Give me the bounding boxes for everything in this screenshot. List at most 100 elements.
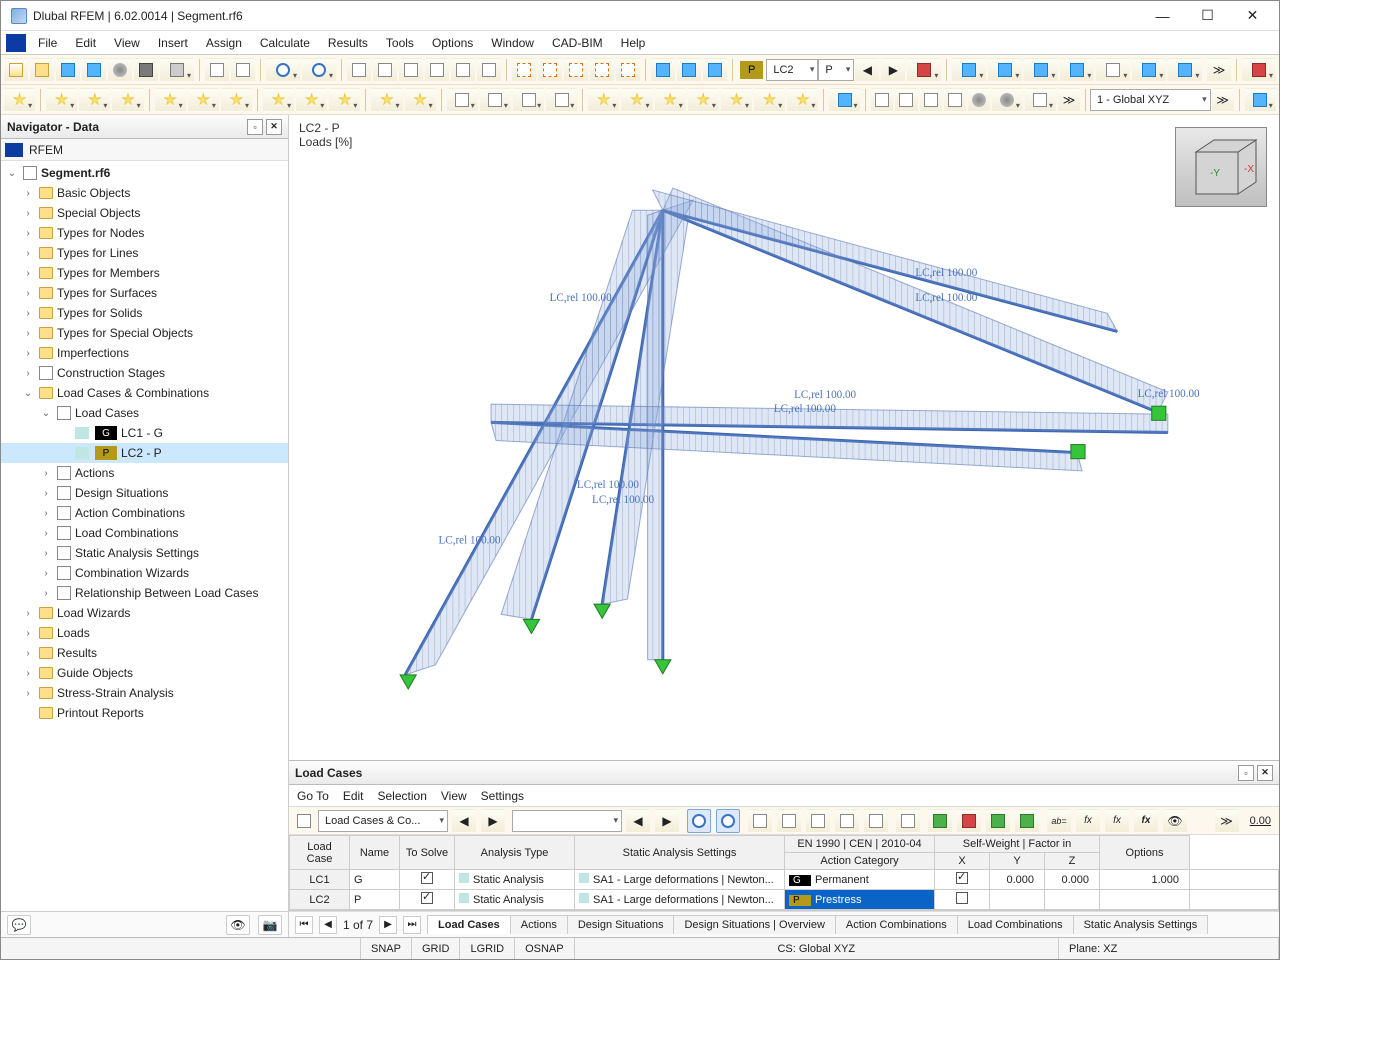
status-snap[interactable]: SNAP — [361, 938, 412, 959]
tree-loadcase[interactable]: PLC2 - P — [1, 443, 288, 463]
expander-icon[interactable] — [21, 708, 35, 719]
tree-item[interactable]: ›Load Combinations — [1, 523, 288, 543]
checkbox-icon[interactable] — [956, 872, 968, 884]
s2-button[interactable] — [46, 88, 77, 112]
v3-button[interactable] — [920, 88, 942, 112]
cell-sas[interactable]: SA1 - Large deformations | Newton... — [575, 870, 785, 890]
col-acat[interactable]: Action Category — [785, 853, 935, 870]
expander-icon[interactable]: ⌄ — [21, 388, 35, 399]
tab-action-combinations[interactable]: Action Combinations — [835, 915, 958, 934]
lc-g3[interactable] — [806, 809, 830, 833]
l6-button[interactable] — [754, 88, 785, 112]
tbl1-button[interactable] — [347, 58, 371, 82]
menu-view[interactable]: View — [105, 33, 149, 53]
s5-button[interactable] — [155, 88, 186, 112]
tree-item[interactable]: ›Types for Lines — [1, 243, 288, 263]
cell-solve[interactable] — [400, 870, 455, 890]
block-button[interactable] — [82, 58, 106, 82]
m4-button[interactable] — [546, 88, 577, 112]
menu-file[interactable]: File — [29, 33, 66, 53]
lc-close-button[interactable]: ✕ — [1257, 765, 1273, 781]
v1-button[interactable] — [871, 88, 893, 112]
v6-button[interactable] — [992, 88, 1023, 112]
s6-button[interactable] — [188, 88, 219, 112]
tree-item[interactable]: ›Action Combinations — [1, 503, 288, 523]
expander-icon[interactable]: › — [21, 328, 35, 339]
lc-menu-settings[interactable]: Settings — [481, 789, 524, 803]
cell-atype[interactable]: Static Analysis — [455, 890, 575, 910]
tree-item[interactable]: ›Types for Surfaces — [1, 283, 288, 303]
s3-button[interactable] — [79, 88, 110, 112]
maximize-button[interactable]: ☐ — [1185, 2, 1230, 30]
tree-item[interactable]: ›Load Wizards — [1, 603, 288, 623]
tree-item[interactable]: ›Loads — [1, 623, 288, 643]
cell-x[interactable] — [990, 890, 1045, 910]
cell-id[interactable]: LC1 — [290, 870, 350, 890]
table-row[interactable]: LC1GStatic AnalysisSA1 - Large deformati… — [290, 870, 1279, 890]
dim2-button[interactable] — [677, 58, 701, 82]
col-solve[interactable]: To Solve — [400, 836, 455, 870]
cell-z[interactable] — [1100, 890, 1190, 910]
tree-item[interactable]: ›Combination Wizards — [1, 563, 288, 583]
filter-button[interactable] — [829, 88, 860, 112]
select4-button[interactable] — [590, 58, 614, 82]
s12-button[interactable] — [405, 88, 436, 112]
lc-fx3[interactable]: fx — [1134, 809, 1158, 833]
cell-z[interactable]: 1.000 — [1100, 870, 1190, 890]
expander-icon[interactable]: ⌄ — [39, 408, 53, 419]
s1-button[interactable] — [4, 88, 35, 112]
pg-first[interactable]: ⏮ — [295, 916, 313, 934]
model-canvas[interactable]: LC2 - P Loads [%] -Y -X — [289, 115, 1279, 760]
lc-redo[interactable] — [716, 809, 740, 833]
lc-filter-combo[interactable] — [512, 810, 622, 832]
expander-icon[interactable]: › — [39, 508, 53, 519]
lc-undo[interactable] — [687, 809, 711, 833]
cell-sw[interactable] — [935, 870, 990, 890]
tab-design-situations[interactable]: Design Situations — [567, 915, 675, 934]
nav-eye-button[interactable]: 👁 — [226, 915, 250, 935]
expander-icon[interactable]: › — [21, 688, 35, 699]
cell-cat[interactable]: GPermanent — [785, 870, 935, 890]
lc-in2[interactable] — [986, 809, 1010, 833]
print-button[interactable] — [160, 58, 194, 82]
m3-button[interactable] — [513, 88, 544, 112]
menu-options[interactable]: Options — [423, 33, 482, 53]
cell-solve[interactable] — [400, 890, 455, 910]
lc-next[interactable]: ▶ — [481, 809, 505, 833]
tree-item[interactable]: ›Relationship Between Load Cases — [1, 583, 288, 603]
v5-button[interactable] — [968, 88, 990, 112]
s4-button[interactable] — [112, 88, 143, 112]
pg-prev[interactable]: ◀ — [319, 916, 337, 934]
s8-button[interactable] — [263, 88, 294, 112]
s11-button[interactable] — [371, 88, 402, 112]
msg-button[interactable] — [477, 58, 501, 82]
menu-tools[interactable]: Tools — [377, 33, 423, 53]
menu-insert[interactable]: Insert — [149, 33, 197, 53]
nav-root[interactable]: RFEM — [1, 139, 288, 161]
expander-icon[interactable]: › — [39, 488, 53, 499]
close-button[interactable]: ✕ — [1230, 2, 1275, 30]
tab-static-analysis-settings[interactable]: Static Analysis Settings — [1073, 915, 1209, 934]
result-button[interactable] — [907, 58, 941, 82]
dim1-button[interactable] — [651, 58, 675, 82]
menu-edit[interactable]: Edit — [66, 33, 105, 53]
tree-item[interactable]: ›Types for Special Objects — [1, 323, 288, 343]
expander-icon[interactable]: › — [39, 568, 53, 579]
col-sas[interactable]: Static Analysis Settings — [575, 836, 785, 870]
menu-calculate[interactable]: Calculate — [251, 33, 319, 53]
workplane-button[interactable] — [1245, 88, 1276, 112]
expander-icon[interactable]: › — [21, 668, 35, 679]
tree-loadcases[interactable]: ⌄ Load Cases — [1, 403, 288, 423]
tree-item[interactable]: ›Stress-Strain Analysis — [1, 683, 288, 703]
select2-button[interactable] — [538, 58, 562, 82]
lc-g5[interactable] — [864, 809, 888, 833]
app-menu-icon[interactable] — [6, 34, 26, 52]
save-button[interactable] — [134, 58, 158, 82]
col-std[interactable]: EN 1990 | CEN | 2010-04 — [785, 836, 935, 853]
lc-prev-button[interactable]: ◀ — [855, 58, 879, 82]
lc-out2[interactable] — [1015, 809, 1039, 833]
cell-name[interactable]: G — [350, 870, 400, 890]
lc-menu-edit[interactable]: Edit — [343, 789, 364, 803]
overflow-button[interactable]: ≫ — [1207, 58, 1231, 82]
tree-loadcase[interactable]: GLC1 - G — [1, 423, 288, 443]
